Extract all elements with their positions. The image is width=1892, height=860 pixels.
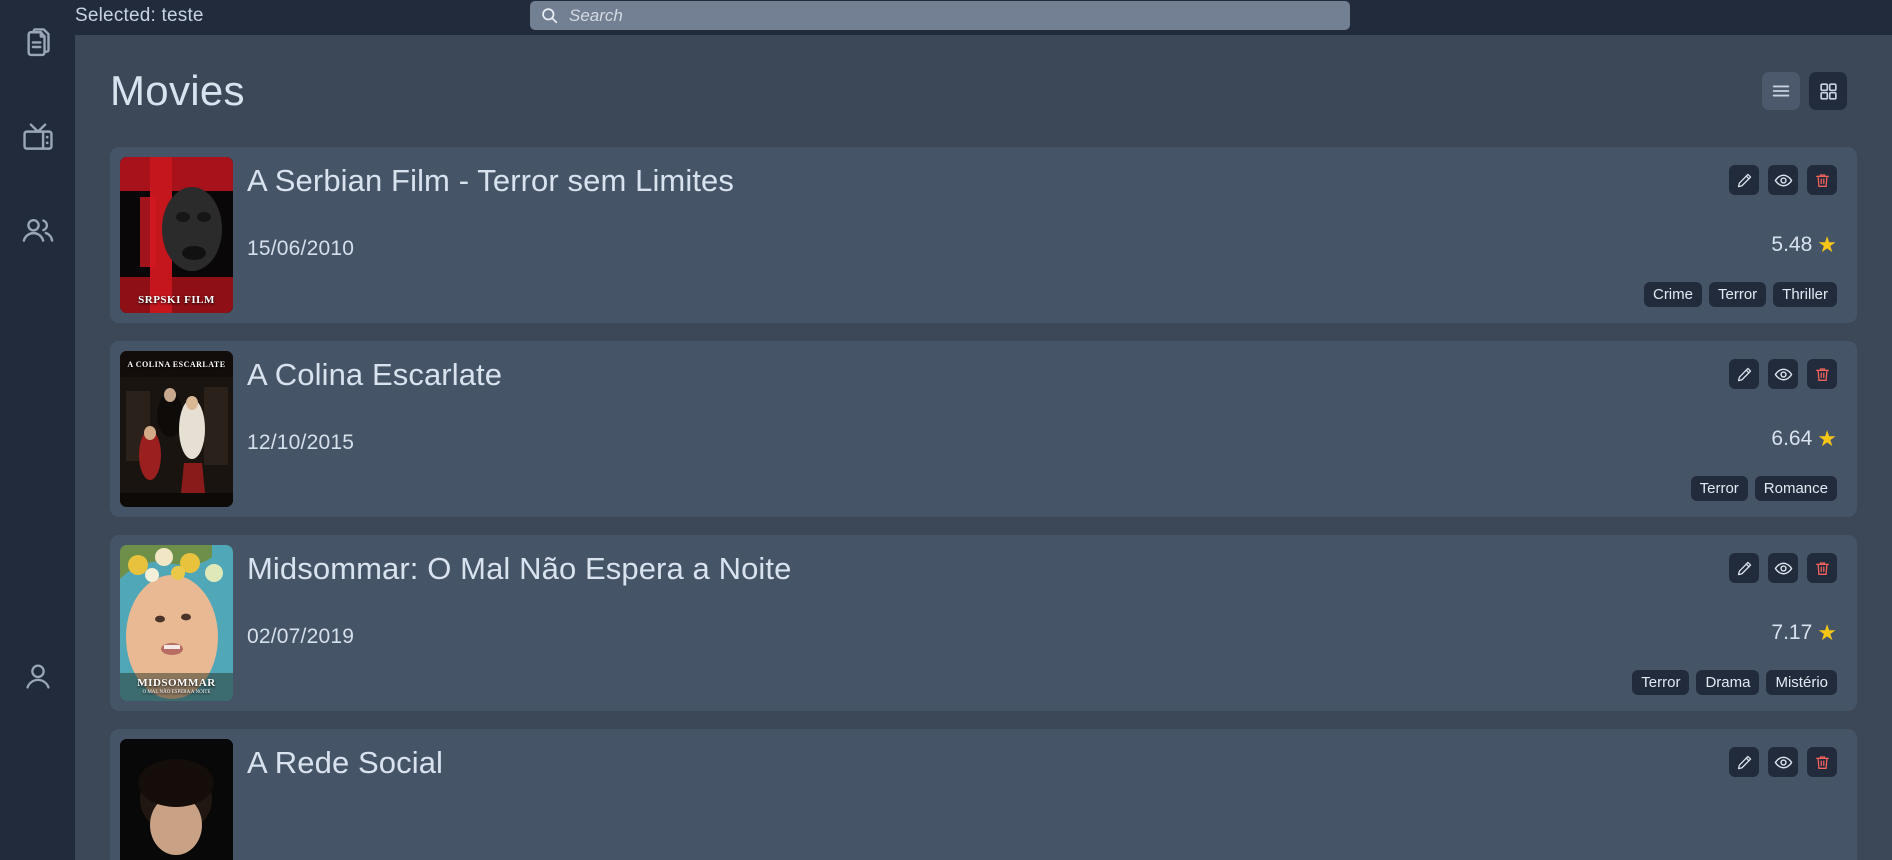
sidebar-item-users[interactable]: [15, 208, 61, 254]
selected-label: Selected: teste: [75, 5, 204, 26]
delete-button[interactable]: [1807, 165, 1837, 195]
delete-button[interactable]: [1807, 747, 1837, 777]
genre-chip[interactable]: Mistério: [1766, 670, 1837, 695]
list-icon: [1770, 80, 1792, 102]
search-input[interactable]: [569, 5, 1340, 26]
delete-button[interactable]: [1807, 553, 1837, 583]
list-view-button[interactable]: [1762, 72, 1800, 110]
movie-poster: A COLINA ESCARLATE: [120, 351, 233, 507]
edit-button[interactable]: [1729, 747, 1759, 777]
genre-chip[interactable]: Terror: [1632, 670, 1690, 695]
movie-poster: [120, 739, 233, 860]
genre-chip[interactable]: Thriller: [1773, 282, 1837, 307]
row-actions: [1729, 359, 1837, 389]
movie-release-date: 12/10/2015: [247, 431, 355, 454]
table-row[interactable]: A Rede Social: [110, 729, 1857, 860]
pencil-icon: [1736, 754, 1753, 771]
view-button[interactable]: [1768, 359, 1798, 389]
trash-icon: [1814, 754, 1831, 771]
genre-list: Terror Drama Mistério: [1632, 670, 1837, 695]
sidebar-item-profile[interactable]: [15, 654, 61, 700]
star-icon: ★: [1817, 620, 1837, 645]
main-content: Movies SRPSKI FILM A Serbian Film - Terr…: [75, 35, 1892, 860]
edit-button[interactable]: [1729, 359, 1759, 389]
trash-icon: [1814, 366, 1831, 383]
movie-poster: MIDSOMMAR O MAL NÃO ESPERA A NOITE: [120, 545, 233, 701]
poster-caption: A COLINA ESCARLATE: [127, 360, 226, 369]
tv-icon: [21, 121, 55, 155]
pencil-icon: [1736, 560, 1753, 577]
pencil-icon: [1736, 172, 1753, 189]
eye-icon: [1774, 365, 1793, 384]
sidebar: [0, 0, 75, 860]
documents-icon: [21, 28, 55, 62]
genre-list: Terror Romance: [1690, 476, 1837, 501]
eye-icon: [1774, 753, 1793, 772]
genre-chip[interactable]: Terror: [1690, 476, 1748, 501]
page-title: Movies: [110, 67, 245, 114]
movie-poster: SRPSKI FILM: [120, 157, 233, 313]
genre-chip[interactable]: Crime: [1643, 282, 1702, 307]
table-row[interactable]: A COLINA ESCARLATE A Colina Escarlate 12…: [110, 341, 1857, 517]
movie-title: A Rede Social: [247, 745, 444, 780]
movie-title: A Colina Escarlate: [247, 357, 503, 392]
star-icon: ★: [1817, 232, 1837, 257]
trash-icon: [1814, 172, 1831, 189]
delete-button[interactable]: [1807, 359, 1837, 389]
movie-list: SRPSKI FILM A Serbian Film - Terror sem …: [75, 147, 1892, 860]
row-actions: [1729, 747, 1837, 777]
movie-title: A Serbian Film - Terror sem Limites: [247, 163, 734, 198]
search-bar[interactable]: [530, 1, 1350, 30]
edit-button[interactable]: [1729, 553, 1759, 583]
top-bar: Selected: teste: [75, 0, 1892, 35]
eye-icon: [1774, 559, 1793, 578]
poster-caption: SRPSKI FILM: [138, 294, 215, 307]
movie-title: Midsommar: O Mal Não Espera a Noite: [247, 551, 792, 586]
row-actions: [1729, 165, 1837, 195]
rating-value: 5.48: [1771, 233, 1813, 256]
edit-button[interactable]: [1729, 165, 1759, 195]
view-button[interactable]: [1768, 165, 1798, 195]
table-row[interactable]: MIDSOMMAR O MAL NÃO ESPERA A NOITE Midso…: [110, 535, 1857, 711]
trash-icon: [1814, 560, 1831, 577]
grid-view-button[interactable]: [1809, 72, 1847, 110]
genre-list: Crime Terror Thriller: [1643, 282, 1837, 307]
rating: 6.64 ★: [1771, 427, 1837, 451]
view-toggle: [1762, 72, 1847, 110]
sidebar-item-documents[interactable]: [15, 22, 61, 68]
eye-icon: [1774, 171, 1793, 190]
rating-value: 6.64: [1771, 427, 1813, 450]
rating: 5.48 ★: [1771, 233, 1837, 257]
genre-chip[interactable]: Terror: [1708, 282, 1767, 307]
sidebar-item-tv[interactable]: [15, 115, 61, 161]
users-icon: [20, 213, 56, 249]
row-actions: [1729, 553, 1837, 583]
poster-caption: MIDSOMMAR O MAL NÃO ESPERA A NOITE: [137, 677, 216, 695]
movie-release-date: 02/07/2019: [247, 625, 355, 648]
genre-chip[interactable]: Drama: [1696, 670, 1760, 695]
movie-release-date: 15/06/2010: [247, 237, 355, 260]
star-icon: ★: [1817, 426, 1837, 451]
page-header: Movies: [75, 35, 1892, 147]
rating-value: 7.17: [1771, 621, 1813, 644]
user-profile-icon: [21, 660, 55, 694]
rating: 7.17 ★: [1771, 621, 1837, 645]
pencil-icon: [1736, 366, 1753, 383]
view-button[interactable]: [1768, 553, 1798, 583]
view-button[interactable]: [1768, 747, 1798, 777]
search-icon: [540, 6, 559, 25]
genre-chip[interactable]: Romance: [1754, 476, 1837, 501]
grid-icon: [1818, 81, 1839, 102]
table-row[interactable]: SRPSKI FILM A Serbian Film - Terror sem …: [110, 147, 1857, 323]
